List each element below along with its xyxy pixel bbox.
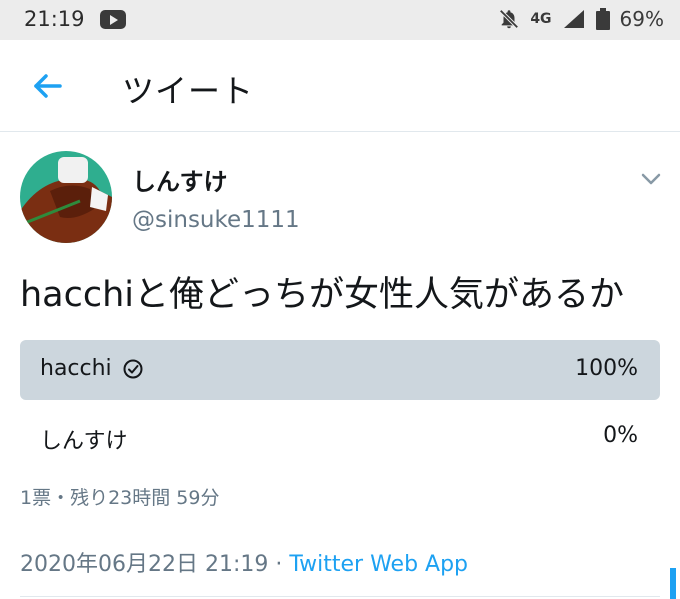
poll-option-label-wrap: しんすけ	[40, 423, 128, 455]
poll-option-label: hacchi	[40, 356, 112, 381]
tweet-timestamp: 2020年06月22日 21:19	[20, 552, 269, 577]
author-handle[interactable]: @sinsuke1111	[132, 207, 300, 233]
check-circle-icon	[123, 359, 143, 378]
signal-icon	[563, 10, 584, 28]
status-time: 21:19	[24, 7, 85, 31]
poll-option-label: しんすけ	[40, 429, 128, 454]
poll-option-percent: 0%	[603, 423, 638, 448]
poll-option-percent: 100%	[575, 356, 638, 381]
poll-meta: 1票・残り23時間 59分	[20, 487, 220, 509]
avatar[interactable]	[20, 151, 112, 243]
battery-level: 69%	[619, 7, 664, 31]
tweet-timestamp-line: 2020年06月22日 21:19 · Twitter Web App	[20, 546, 468, 578]
poll-option-2: しんすけ 0%	[20, 407, 660, 467]
tweet-source-link[interactable]: Twitter Web App	[289, 552, 468, 577]
scrollbar[interactable]	[670, 568, 676, 599]
back-arrow-icon[interactable]	[28, 66, 68, 106]
youtube-icon	[100, 10, 126, 29]
divider	[20, 596, 660, 597]
chevron-down-icon[interactable]	[638, 166, 664, 192]
timestamp-separator: ·	[268, 552, 290, 577]
network-type: 4G	[530, 11, 552, 27]
poll-option-label-wrap: hacchi	[40, 356, 144, 381]
page-title: ツイート	[122, 72, 255, 110]
poll-option-1: hacchi 100%	[20, 340, 660, 400]
app-header: ツイート	[0, 40, 680, 132]
notifications-off-icon	[499, 9, 519, 29]
author-name[interactable]: しんすけ	[132, 162, 228, 197]
tweet-text: hacchiと俺どっちが女性人気があるか	[20, 275, 625, 315]
status-icons: 4G 69%	[498, 7, 664, 31]
status-bar: 21:19 4G 69%	[0, 0, 680, 40]
battery-icon	[595, 8, 610, 30]
